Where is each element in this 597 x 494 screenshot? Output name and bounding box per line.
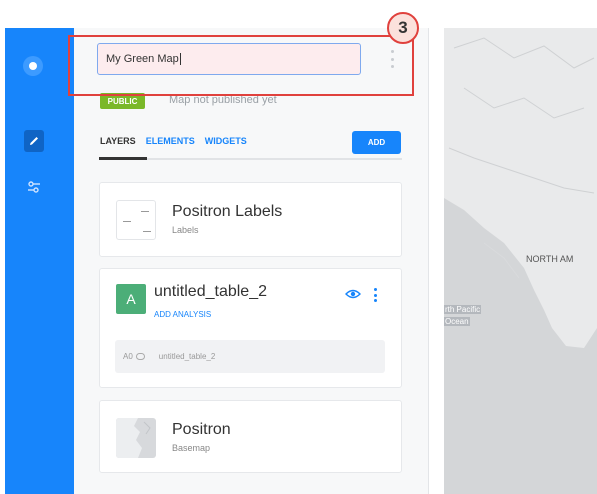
settings-sliders-icon[interactable]: [24, 178, 44, 196]
source-node-id: A0: [123, 352, 133, 361]
source-table-name: untitled_table_2: [158, 352, 216, 361]
tab-layers[interactable]: LAYERS: [100, 136, 136, 146]
layer-card-dataset[interactable]: A untitled_table_2 ADD ANALYSIS A0 untit…: [99, 268, 402, 388]
tab-widgets[interactable]: WIDGETS: [205, 136, 247, 146]
visibility-eye-icon[interactable]: [345, 288, 361, 300]
layer-subtitle: Labels: [172, 225, 199, 235]
logo-icon[interactable]: [23, 56, 43, 76]
layer-title: Positron Labels: [172, 203, 283, 220]
map-label-ocean-2: Ocean: [444, 317, 470, 326]
step-number-badge: 3: [387, 12, 419, 44]
basemap-thumbnail-icon: [116, 418, 156, 458]
edit-pencil-icon[interactable]: [24, 130, 44, 152]
map-label-continent: NORTH AM: [526, 254, 574, 264]
map-view[interactable]: NORTH AM rth Pacific Ocean: [444, 28, 597, 494]
layer-title: untitled_table_2: [154, 283, 267, 300]
layer-card-basemap[interactable]: Positron Basemap: [99, 400, 402, 473]
source-node-icon: [135, 353, 145, 360]
add-layer-button[interactable]: ADD: [352, 131, 401, 154]
tab-elements[interactable]: ELEMENTS: [146, 136, 195, 146]
left-nav-rail: [5, 28, 74, 494]
layer-title: Positron: [172, 421, 231, 438]
add-analysis-link[interactable]: ADD ANALYSIS: [154, 310, 211, 319]
layer-options-kebab-icon[interactable]: [373, 288, 377, 302]
panel-tabs: LAYERS ELEMENTS WIDGETS: [100, 136, 247, 146]
analysis-source-row[interactable]: A0 untitled_table_2: [115, 340, 385, 373]
map-landmass: [444, 28, 597, 348]
layer-card-labels[interactable]: Positron Labels Labels: [99, 182, 402, 257]
active-tab-indicator: [99, 157, 147, 160]
labels-thumbnail-icon: [116, 200, 156, 240]
layer-letter-badge: A: [116, 284, 146, 314]
highlight-box: [68, 35, 414, 96]
app-window: My Green Map PUBLIC Map not published ye…: [0, 0, 597, 494]
map-label-ocean-1: rth Pacific: [444, 305, 482, 314]
layer-subtitle: Basemap: [172, 443, 211, 453]
